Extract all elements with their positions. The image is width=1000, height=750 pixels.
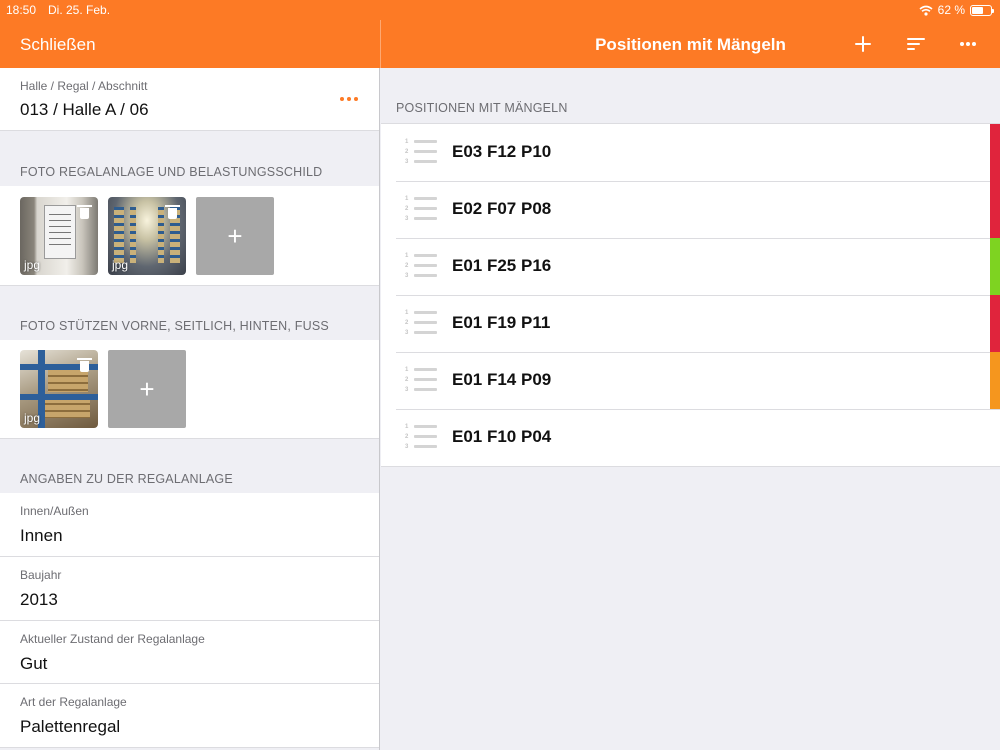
list-icon-number: 1 [405, 424, 409, 430]
status-indicators: 62 % [919, 3, 994, 17]
position-row[interactable]: 1 2 3 E01 F14 P09 [381, 352, 1000, 409]
list-icon-number: 2 [405, 263, 409, 269]
position-row[interactable]: 1 2 3 E02 F07 P08 [381, 181, 1000, 238]
status-indicator [990, 181, 1000, 238]
position-label: E01 F19 P11 [452, 313, 551, 332]
list-icon-number: 3 [405, 444, 409, 450]
location-cell[interactable]: Halle / Regal / Abschnitt 013 / Halle A … [0, 68, 379, 131]
numbered-list-icon: 1 2 3 [405, 424, 438, 452]
close-button[interactable]: Schließen [20, 35, 96, 55]
list-icon-number: 2 [405, 206, 409, 212]
positions-list: 1 2 3 E03 F12 P10 1 2 3 E02 F07 P08 1 2 3 E01 F25 P… [381, 123, 1000, 467]
section-header-details: ANGABEN ZU DER REGALANLAGE [20, 472, 233, 486]
field-label: Innen/Außen [20, 504, 89, 518]
trash-icon[interactable] [165, 205, 180, 219]
position-label: E01 F10 P04 [452, 427, 552, 446]
numbered-list-icon: 1 2 3 [405, 310, 438, 338]
list-icon-number: 3 [405, 159, 409, 165]
field-value: Innen [20, 526, 63, 545]
status-indicator [990, 238, 1000, 295]
more-icon[interactable] [956, 33, 980, 55]
field-value: Gut [20, 654, 48, 673]
battery-icon [970, 4, 994, 16]
detail-pane: Halle / Regal / Abschnitt 013 / Halle A … [0, 68, 380, 750]
section-header-photos-rack: FOTO REGALANLAGE UND BELASTUNGSSCHILD [20, 165, 323, 179]
add-photo-button[interactable]: + [108, 350, 186, 428]
list-icon-number: 2 [405, 149, 409, 155]
field-label: Aktueller Zustand der Regalanlage [20, 632, 205, 646]
file-extension: jpg [112, 258, 129, 272]
list-icon-number: 2 [405, 434, 409, 440]
list-icon-number: 3 [405, 387, 409, 393]
add-icon[interactable] [852, 33, 874, 55]
field-value: Palettenregal [20, 717, 121, 736]
position-row[interactable]: 1 2 3 E01 F25 P16 [381, 238, 1000, 295]
position-row[interactable]: 1 2 3 E01 F19 P11 [381, 295, 1000, 352]
position-label: E01 F14 P09 [452, 370, 552, 389]
wifi-icon [919, 5, 933, 16]
battery-percent: 62 % [937, 3, 965, 17]
sort-icon[interactable] [905, 33, 927, 55]
field-rack-type[interactable]: Art der Regalanlage Palettenregal [0, 684, 379, 748]
photo-thumbnail[interactable]: jpg [20, 350, 98, 428]
status-indicator [990, 295, 1000, 352]
position-row[interactable]: 1 2 3 E03 F12 P10 [381, 124, 1000, 181]
file-extension: jpg [24, 258, 41, 272]
list-icon-number: 1 [405, 139, 409, 145]
section-header-photos-supports: FOTO STÜTZEN VORNE, SEITLICH, HINTEN, FU… [20, 319, 329, 333]
location-more-icon[interactable] [340, 97, 358, 103]
photo-thumbnail[interactable]: jpg [108, 197, 186, 275]
numbered-list-icon: 1 2 3 [405, 253, 438, 281]
field-indoor-outdoor[interactable]: Innen/Außen Innen [0, 493, 379, 557]
status-time: 18:50 [6, 3, 37, 17]
field-label: Art der Regalanlage [20, 695, 127, 709]
field-label: Baujahr [20, 568, 62, 582]
numbered-list-icon: 1 2 3 [405, 139, 438, 167]
field-condition[interactable]: Aktueller Zustand der Regalanlage Gut [0, 621, 379, 684]
list-icon-number: 3 [405, 216, 409, 222]
list-icon-number: 1 [405, 310, 409, 316]
photo-row-supports: jpg + [0, 340, 379, 439]
list-icon-number: 1 [405, 253, 409, 259]
document-sheet [44, 205, 76, 259]
list-icon-number: 1 [405, 196, 409, 202]
list-icon-number: 2 [405, 320, 409, 326]
field-year-built[interactable]: Baujahr 2013 [0, 557, 379, 621]
numbered-list-icon: 1 2 3 [405, 196, 438, 224]
battery-fill [972, 6, 983, 14]
trash-icon[interactable] [77, 205, 92, 219]
list-icon-number: 1 [405, 367, 409, 373]
list-icon-number: 3 [405, 330, 409, 336]
positions-pane: POSITIONEN MIT MÄNGELN 1 2 3 E03 F12 P10 1 2 3… [381, 68, 1000, 750]
numbered-list-icon: 1 2 3 [405, 367, 438, 395]
status-date: Di. 25. Feb. [48, 3, 111, 17]
field-value: 2013 [20, 590, 58, 609]
trash-icon[interactable] [77, 358, 92, 372]
file-extension: jpg [24, 411, 41, 425]
status-bar: 18:50 Di. 25. Feb. 62 % [0, 0, 1000, 20]
add-photo-button[interactable]: + [196, 197, 274, 275]
position-label: E03 F12 P10 [452, 142, 552, 161]
positions-section-header: POSITIONEN MIT MÄNGELN [396, 101, 568, 115]
location-label: Halle / Regal / Abschnitt [20, 79, 148, 93]
location-value: 013 / Halle A / 06 [20, 100, 149, 119]
list-icon-number: 3 [405, 273, 409, 279]
status-indicator [990, 352, 1000, 409]
status-indicator [990, 124, 1000, 181]
position-label: E02 F07 P08 [452, 199, 552, 218]
position-label: E01 F25 P16 [452, 256, 552, 275]
photo-thumbnail[interactable]: jpg [20, 197, 98, 275]
navigation-bar: 18:50 Di. 25. Feb. 62 % Schließen Positi… [0, 0, 1000, 68]
list-icon-number: 2 [405, 377, 409, 383]
photo-row-rack: jpg jpg + [0, 186, 379, 286]
position-row[interactable]: 1 2 3 E01 F10 P04 [381, 409, 1000, 466]
pane-divider [380, 20, 381, 68]
